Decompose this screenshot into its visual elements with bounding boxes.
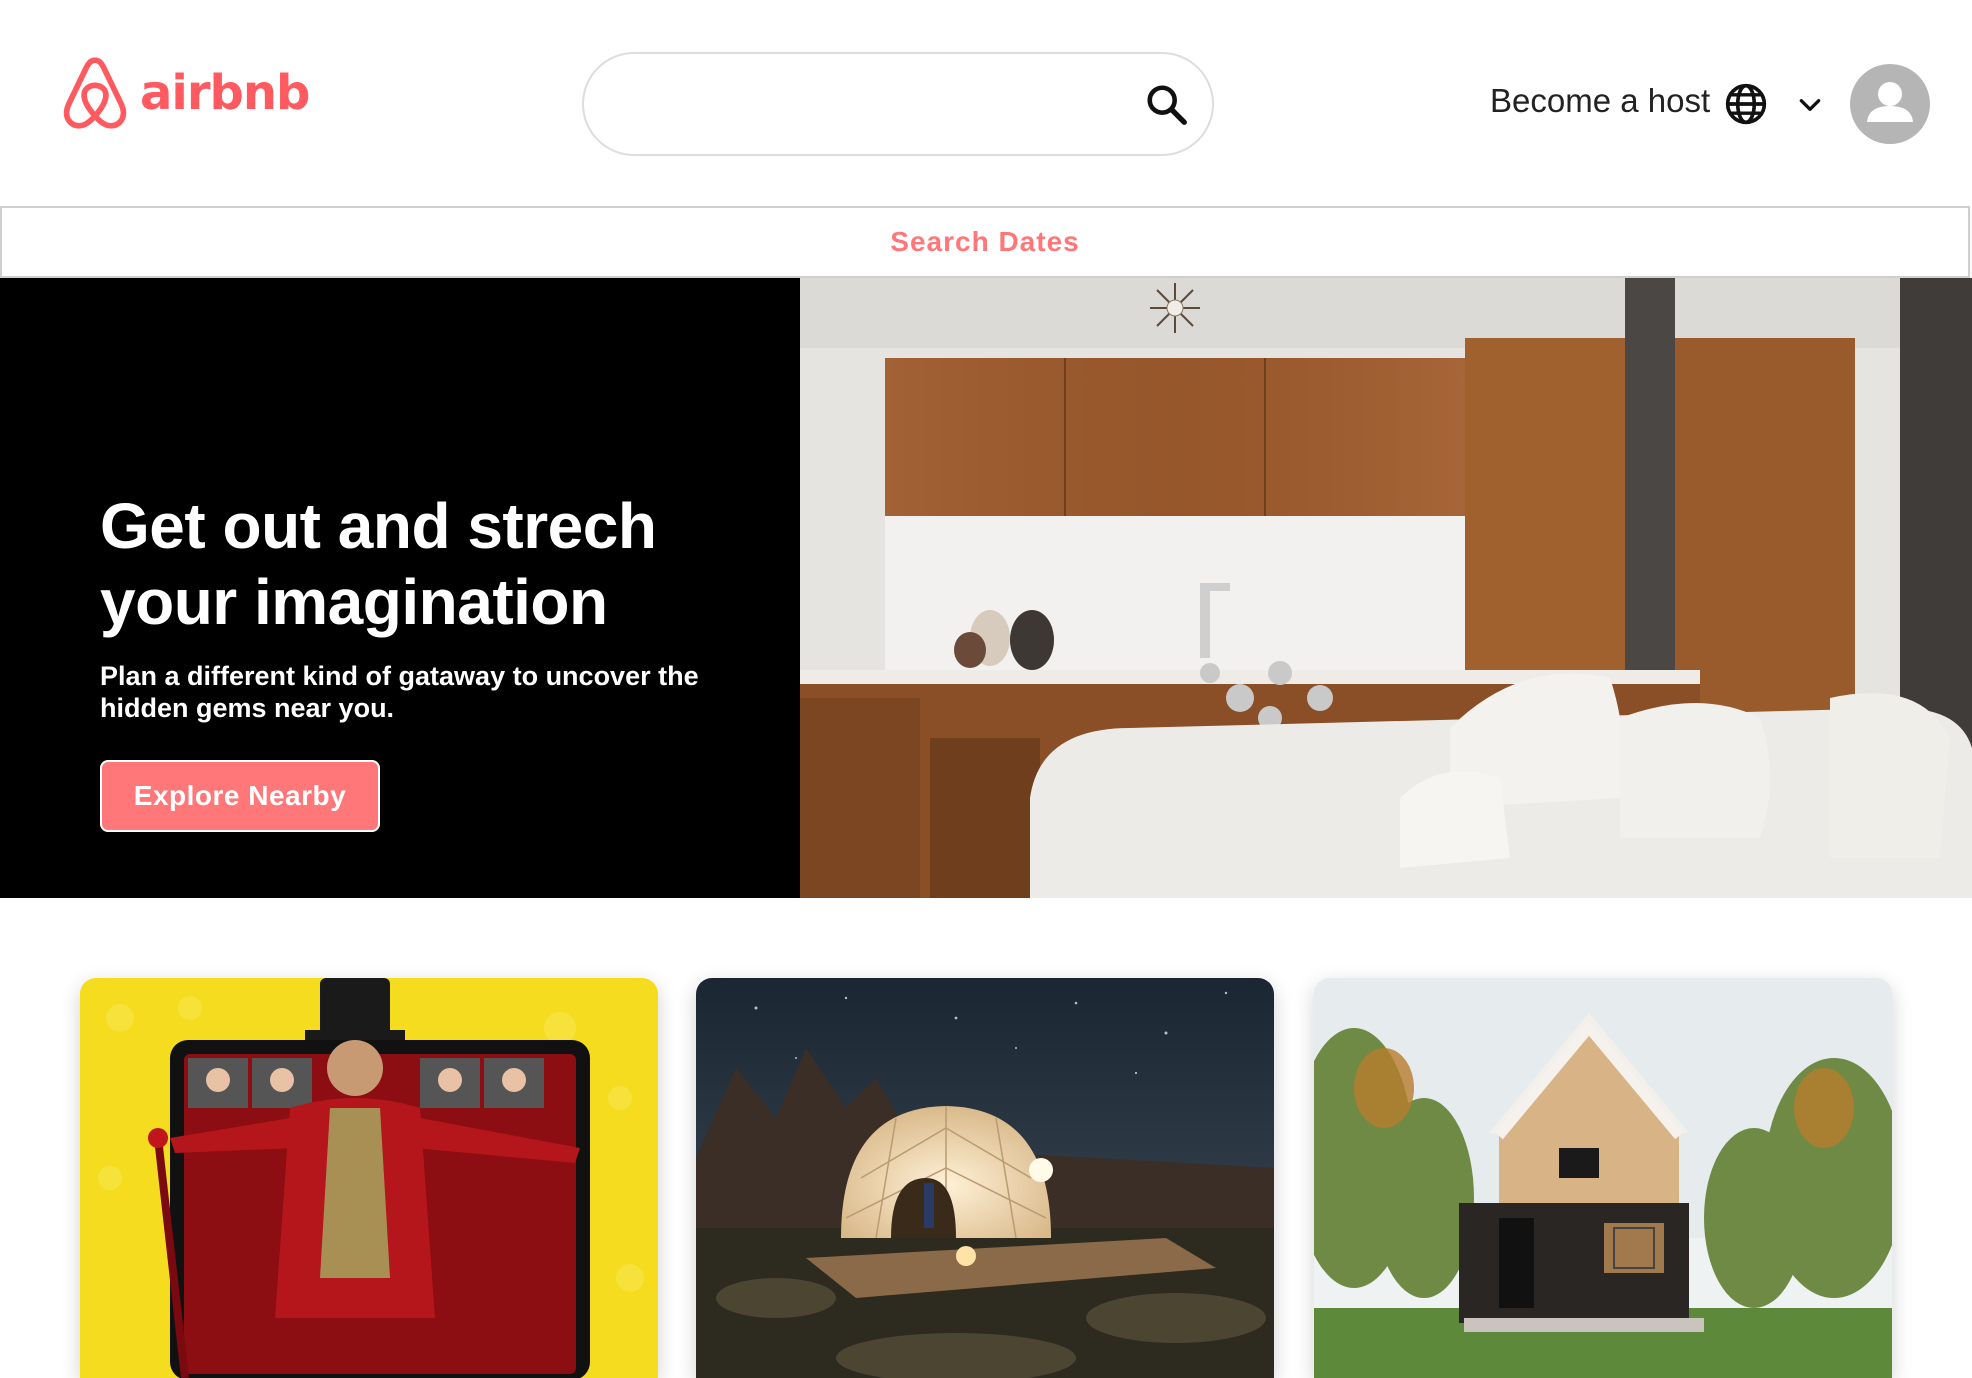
explore-nearby-button[interactable]: Explore Nearby	[100, 760, 380, 832]
card-cabin-stay[interactable]	[1314, 978, 1892, 1378]
card-image-cabin	[1314, 978, 1892, 1378]
search-dates-label: Search Dates	[890, 226, 1080, 257]
brand-name: airbnb	[140, 65, 310, 121]
card-image-dome	[696, 978, 1274, 1378]
card-image-performer	[80, 978, 658, 1378]
experience-cards	[0, 978, 1972, 1378]
airbnb-logo-icon	[63, 57, 127, 129]
search-input[interactable]	[624, 82, 1104, 128]
search-dates-button[interactable]: Search Dates	[0, 206, 1970, 278]
card-online-experience[interactable]	[80, 978, 658, 1378]
user-avatar[interactable]	[1850, 64, 1930, 144]
chevron-down-icon[interactable]	[1797, 92, 1823, 118]
hero-subtitle: Plan a different kind of gataway to unco…	[100, 661, 699, 723]
user-avatar-icon	[1867, 82, 1913, 122]
globe-icon[interactable]	[1724, 82, 1768, 126]
search-icon[interactable]	[1144, 82, 1190, 128]
hero-image	[800, 278, 1972, 898]
become-host-link[interactable]: Become a host	[1490, 82, 1710, 120]
hero-text-block: Get out and strech your imagination Plan…	[100, 488, 740, 724]
search-bar[interactable]	[582, 52, 1214, 156]
hero-title: Get out and strech your imagination	[100, 490, 657, 638]
card-dome-stay[interactable]	[696, 978, 1274, 1378]
site-header: airbnb Become a host	[0, 0, 1972, 205]
airbnb-logo[interactable]: airbnb	[60, 55, 310, 131]
hero-banner: Get out and strech your imagination Plan…	[0, 278, 1972, 898]
